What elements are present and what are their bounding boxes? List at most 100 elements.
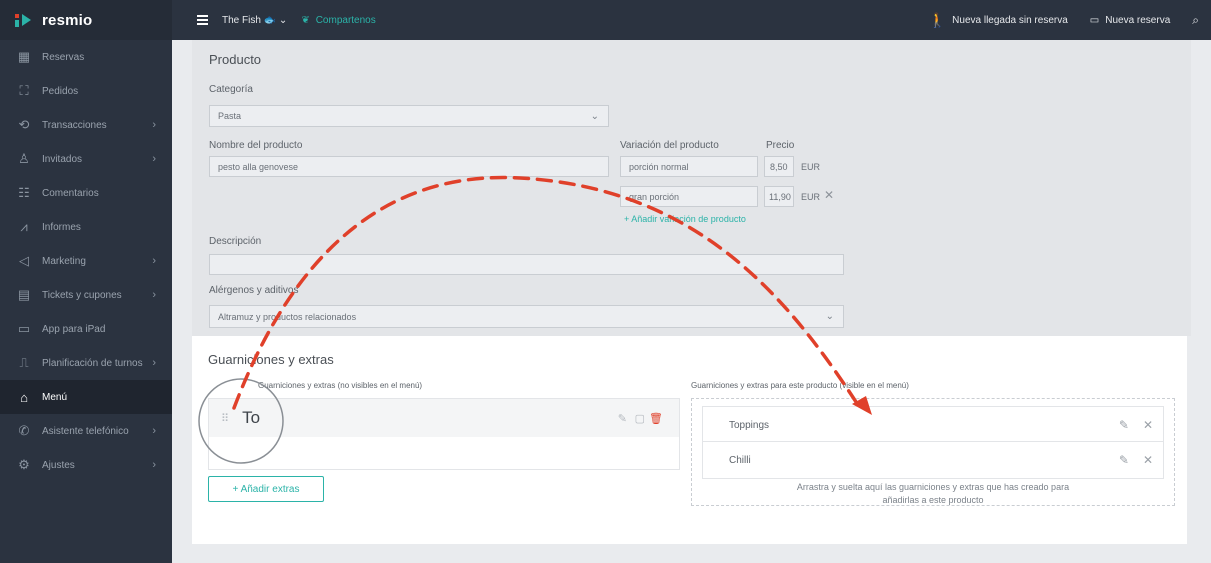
variation-name-input[interactable]: gran porción [620,186,758,207]
team-link-label: Compartenos [315,14,376,26]
sidebar-item-label: Informes [42,221,81,233]
venue-selector[interactable]: The Fish 🐟 ⌄ [222,15,287,26]
edit-icon[interactable]: ✎ [618,412,627,425]
walk-in-icon: 🚶 [928,11,947,28]
dragging-item-label: To [242,408,261,427]
copy-icon[interactable]: ▢ [635,412,645,425]
allergens-label: Alérgenos y aditivos [209,285,299,296]
product-card: Producto Categoría Pasta ⌄ Nombre del pr… [192,40,1191,336]
drop-hint: Arrastra y suelta aquí las guarniciones … [692,481,1174,507]
sidebar-item[interactable]: ✆ Asistente telefónico › [0,414,172,448]
chevron-down-icon: ⌄ [825,311,834,322]
category-label: Categoría [209,84,253,95]
sidebar-item[interactable]: ⟲ Transacciones › [0,108,172,142]
hamburger-icon[interactable] [197,15,208,25]
team-link[interactable]: ❦ Compartenos [301,15,375,26]
product-section-title: Producto [209,52,262,67]
chevron-right-icon: › [152,119,156,131]
topbar: The Fish 🐟 ⌄ ❦ Compartenos 🚶 Nueva llegada… [172,0,1211,40]
allergens-select[interactable]: Altramuz y productos relacionados ⌄ [209,305,844,328]
add-variation-link[interactable]: + Añadir variación de producto [624,214,746,224]
walk-in-button[interactable]: 🚶 Nueva llegada sin reserva [929,12,1068,29]
sidebar-item[interactable]: ◁ Marketing › [0,244,172,278]
edit-icon[interactable]: ✎ [1119,418,1129,432]
variation-name-value: gran porción [629,191,680,202]
marketing-icon: ◁ [19,253,29,268]
new-reservation-button[interactable]: ▭ Nueva reserva [1090,15,1170,26]
sidebar-nav: ▦ Reservas ⛶ Pedidos ⟲ Transacciones › ♙ Invitad… [0,40,172,482]
sidebar-item-label: Comentarios [42,187,99,199]
sidebar-item[interactable]: ▦ Reservas [0,40,172,74]
drop-hint-line-2: añadirlas a este producto [882,495,984,505]
delete-icon[interactable]: 🗑 [649,412,663,425]
remove-variation-icon[interactable]: ✕ [824,188,834,202]
drag-handle-icon[interactable]: ⠿ [221,412,229,425]
sidebar-item-label: App para iPad [42,323,106,335]
sidebar-item[interactable]: ♙ Invitados › [0,142,172,176]
variation-price-input[interactable]: 8,50 [764,156,794,177]
search-icon[interactable]: ⌕ [1192,13,1199,28]
extras-card: Guarniciones y extras Guarniciones y ext… [192,336,1187,544]
variation-label: Variación del producto [620,140,719,151]
sidebar-item[interactable]: ⌂ Menú [0,380,172,414]
product-name-value: pesto alla genovese [218,161,299,172]
variation-price-input[interactable]: 11,90 [764,186,794,207]
variation-price-value: 8,50 [770,161,788,172]
category-select[interactable]: Pasta ⌄ [209,105,609,127]
shifts-icon: ⎍ [19,355,29,370]
close-icon[interactable]: ✕ [1143,418,1153,432]
list-item[interactable]: ⠿ To ✎ ▢ 🗑 [209,399,679,437]
logo[interactable]: resmio [0,0,172,40]
assigned-extras-dropzone[interactable]: Toppings ✎ ✕ Chilli ✎ ✕ Arrastra y suelta … [691,398,1175,506]
available-extras-list: ⠿ To ✎ ▢ 🗑 [208,398,680,470]
share-icon: ❦ [301,14,310,26]
sidebar-item[interactable]: ⛶ Pedidos [0,74,172,108]
tickets-icon: ▤ [17,287,31,302]
calendar-icon: ▦ [17,49,31,64]
transactions-icon: ⟲ [18,117,30,132]
reports-icon: ⩘ [20,219,28,234]
currency-value: EUR [801,191,821,202]
new-reservation-label: Nueva reserva [1105,14,1171,26]
sidebar-item[interactable]: ▭ App para iPad [0,312,172,346]
chevron-right-icon: › [152,425,156,437]
category-value: Pasta [218,111,242,121]
guests-icon: ♙ [18,151,30,166]
chevron-right-icon: › [152,459,156,471]
product-name-input[interactable]: pesto alla genovese [209,156,609,177]
description-input[interactable] [209,254,844,275]
list-item[interactable]: Toppings ✎ ✕ [702,406,1164,444]
sidebar-item-label: Planificación de turnos [42,357,143,369]
add-extras-button[interactable]: + Añadir extras [208,476,324,502]
sidebar-item-label: Marketing [42,255,86,267]
ipad-icon: ▭ [17,321,31,336]
resmio-logo-icon [14,11,36,29]
sidebar-item-label: Invitados [42,153,83,165]
drop-hint-line-1: Arrastra y suelta aquí las guarniciones … [796,482,1070,492]
edit-icon[interactable]: ✎ [1119,453,1129,467]
venue-name: The Fish 🐟 [222,14,277,26]
close-icon[interactable]: ✕ [1143,453,1153,467]
variation-name-value: porción normal [629,161,689,172]
sidebar-item[interactable]: ⩘ Informes [0,210,172,244]
sidebar-item[interactable]: ⚙ Ajustes › [0,448,172,482]
row-actions: ✎ ✕ [1119,453,1153,467]
variation-name-input[interactable]: porción normal [620,156,758,177]
sidebar-item-label: Ajustes [42,459,75,471]
available-extras-title: Guarniciones y extras (no visibles en el… [258,381,423,390]
sidebar-item[interactable]: ☷ Comentarios [0,176,172,210]
chevron-right-icon: › [152,255,156,267]
sidebar-item-label: Tickets y cupones [42,289,122,301]
price-label: Precio [766,140,795,151]
sidebar-item-label: Pedidos [42,85,79,97]
sidebar-item[interactable]: ⎍ Planificación de turnos › [0,346,172,380]
extras-section-title: Guarniciones y extras [208,352,334,367]
row-actions: ✎ ✕ [1119,418,1153,432]
description-label: Descripción [209,236,262,247]
reservation-book-icon: ▭ [1089,14,1100,26]
currency-label: EUR [796,186,823,207]
sidebar: resmio ▦ Reservas ⛶ Pedidos ⟲ Transacciones › ♙… [0,0,172,563]
list-item[interactable]: Chilli ✎ ✕ [702,441,1164,479]
sidebar-item[interactable]: ▤ Tickets y cupones › [0,278,172,312]
assigned-extra-label: Toppings [729,419,770,431]
